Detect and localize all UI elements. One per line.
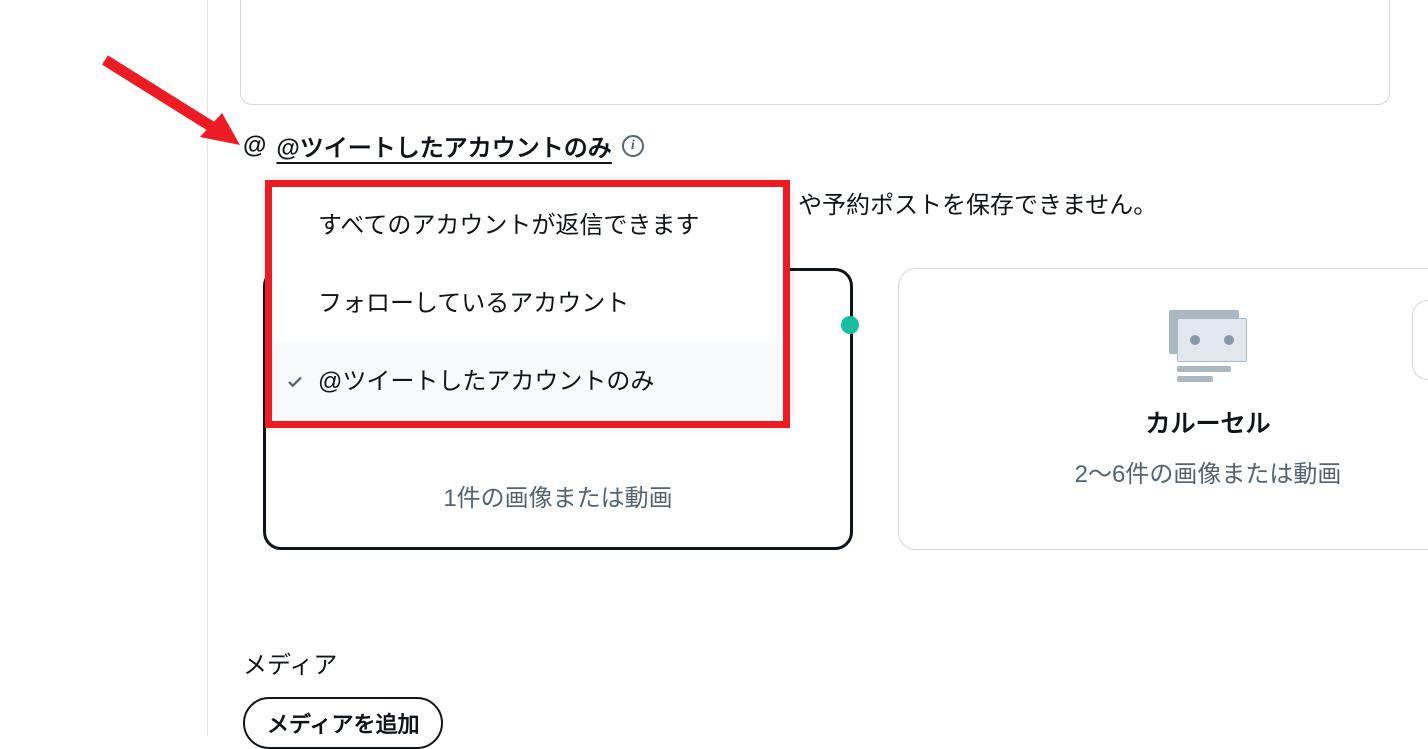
dropdown-option-label: @ツイートしたアカウントのみ (318, 368, 654, 395)
right-edge-control[interactable] (1412, 300, 1428, 380)
at-icon: @ (243, 132, 266, 160)
warning-text: や予約ポストを保存できません。 (798, 185, 1157, 220)
reply-setting-dropdown-trigger[interactable]: @ツイートしたアカウントのみ (276, 128, 611, 163)
reply-setting-row: @ @ツイートしたアカウントのみ i (243, 128, 644, 163)
card-carousel-subtitle: 2～6件の画像または動画 (1075, 454, 1342, 489)
add-media-button[interactable]: メディアを追加 (243, 697, 443, 749)
dropdown-option-label: フォローしているアカウント (318, 290, 629, 317)
dropdown-option-label: すべてのアカウントが返信できます (318, 212, 699, 239)
dropdown-option-mentioned[interactable]: @ツイートしたアカウントのみ (272, 343, 783, 421)
media-section-label: メディア (243, 645, 337, 680)
info-icon[interactable]: i (622, 135, 644, 157)
reply-setting-dropdown: すべてのアカウントが返信できます フォローしているアカウント @ツイートしたアカ… (265, 180, 790, 428)
dropdown-option-following[interactable]: フォローしているアカウント (272, 265, 783, 343)
card-carousel-title: カルーセル (1145, 404, 1270, 440)
content-top-box (240, 0, 1390, 105)
check-icon (286, 373, 304, 391)
dropdown-option-everyone[interactable]: すべてのアカウントが返信できます (272, 187, 783, 265)
arrow-annotation (100, 55, 250, 165)
card-single-subtitle: 1件の画像または動画 (443, 478, 672, 513)
carousel-icon-wrapper (1169, 310, 1247, 380)
card-carousel[interactable]: カルーセル 2～6件の画像または動画 (898, 268, 1428, 550)
carousel-icon (1169, 310, 1247, 380)
